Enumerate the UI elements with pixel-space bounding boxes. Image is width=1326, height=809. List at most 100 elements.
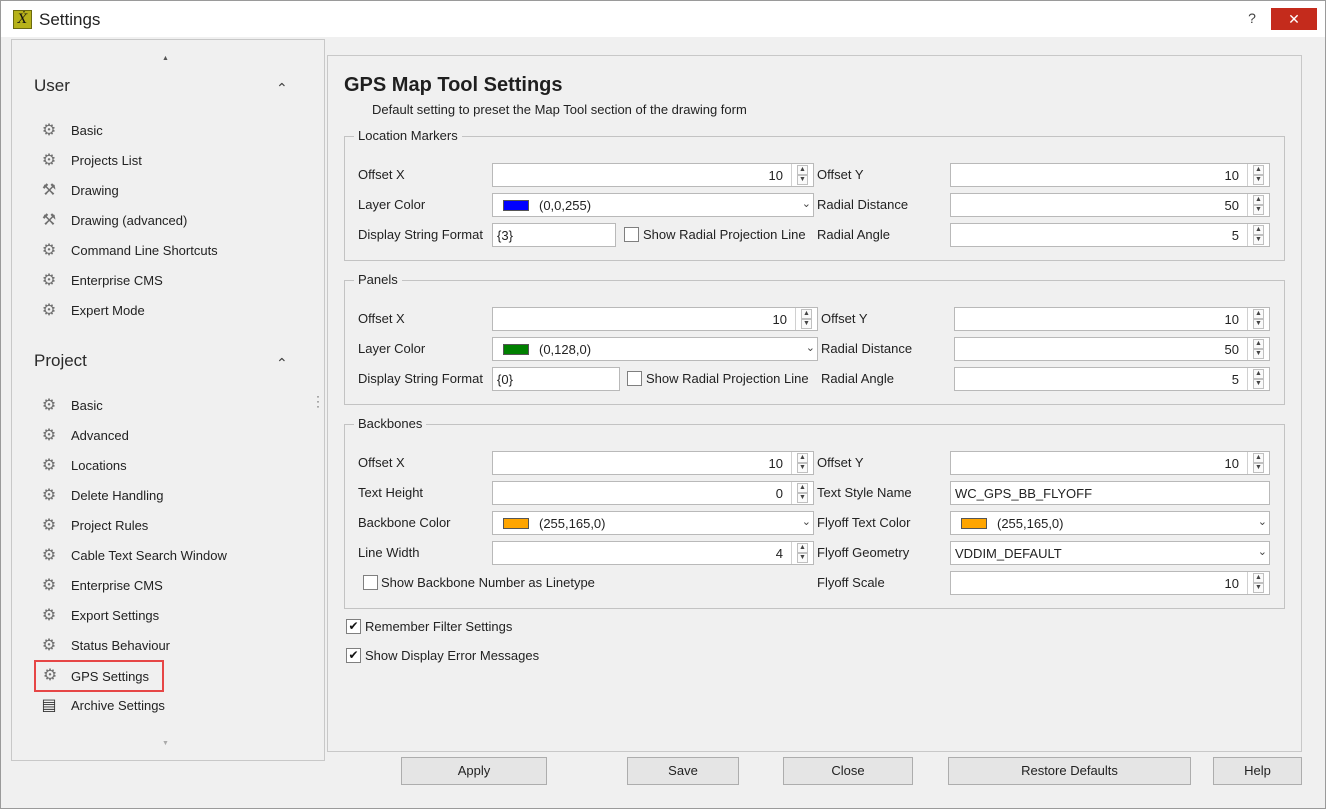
text-style-input[interactable]: WC_GPS_BB_FLYOFF: [950, 481, 1270, 505]
user-collapse-chevron-icon[interactable]: ⌃: [276, 80, 288, 97]
spin-down-icon[interactable]: ▼: [1253, 205, 1264, 215]
spin-buttons[interactable]: ▲ ▼: [1247, 338, 1269, 360]
spin-up-icon[interactable]: ▲: [797, 483, 808, 493]
sidebar-item-delete-handling[interactable]: ⚙ Delete Handling: [36, 483, 236, 509]
show-errors-checkbox[interactable]: ✔: [346, 648, 361, 663]
offset-y-spinbox[interactable]: 10 ▲ ▼: [950, 451, 1270, 475]
sidebar-item-gps-settings[interactable]: ⚙ GPS Settings: [34, 660, 164, 692]
spin-down-icon[interactable]: ▼: [1253, 463, 1264, 473]
radial-angle-spinbox[interactable]: 5 ▲ ▼: [950, 223, 1270, 247]
spin-up-icon[interactable]: ▲: [1253, 453, 1264, 463]
sidebar-item-cable-text-search-window[interactable]: ⚙ Cable Text Search Window: [36, 543, 236, 569]
flyoff-scale-spinbox[interactable]: 10 ▲ ▼: [950, 571, 1270, 595]
spin-up-icon[interactable]: ▲: [801, 309, 812, 319]
spin-down-icon[interactable]: ▼: [1253, 175, 1264, 185]
display-format-input[interactable]: {0}: [492, 367, 620, 391]
offset-x-spinbox[interactable]: 10 ▲ ▼: [492, 163, 814, 187]
sidebar-item-enterprise-cms[interactable]: ⚙ Enterprise CMS: [36, 573, 236, 599]
spin-down-icon[interactable]: ▼: [1253, 319, 1264, 329]
spin-up-icon[interactable]: ▲: [797, 543, 808, 553]
spin-up-icon[interactable]: ▲: [1253, 573, 1264, 583]
sidebar-item-advanced[interactable]: ⚙ Advanced: [36, 423, 236, 449]
spin-buttons[interactable]: ▲ ▼: [791, 452, 813, 474]
flyoff-geometry-dropdown[interactable]: VDDIM_DEFAULT ⌄: [950, 541, 1270, 565]
spin-up-icon[interactable]: ▲: [1253, 309, 1264, 319]
radial-distance-spinbox[interactable]: 50 ▲ ▼: [954, 337, 1270, 361]
layer-color-dropdown[interactable]: (0,0,255) ⌄: [492, 193, 814, 217]
spin-up-icon[interactable]: ▲: [1253, 369, 1264, 379]
sidebar-item-enterprise-cms[interactable]: ⚙ Enterprise CMS: [36, 268, 236, 294]
show-radial-checkbox[interactable]: [624, 227, 639, 242]
sidebar-item-export-settings[interactable]: ⚙ Export Settings: [36, 603, 236, 629]
show-backbone-number-checkbox[interactable]: [363, 575, 378, 590]
sidebar-item-project-rules[interactable]: ⚙ Project Rules: [36, 513, 236, 539]
more-menu-icon[interactable]: · · ·: [316, 390, 320, 412]
sidebar-item-basic[interactable]: ⚙ Basic: [36, 118, 236, 144]
spin-buttons[interactable]: ▲ ▼: [1247, 368, 1269, 390]
spin-down-icon[interactable]: ▼: [797, 463, 808, 473]
sidebar-item-projects-list[interactable]: ⚙ Projects List: [36, 148, 236, 174]
sidebar-item-drawing-advanced[interactable]: ⚒ Drawing (advanced): [36, 208, 236, 234]
save-button[interactable]: Save: [627, 757, 739, 785]
project-collapse-chevron-icon[interactable]: ⌃: [276, 355, 288, 372]
spin-down-icon[interactable]: ▼: [797, 175, 808, 185]
sidebar-item-locations[interactable]: ⚙ Locations: [36, 453, 236, 479]
help-icon[interactable]: ?: [1245, 10, 1259, 26]
apply-button[interactable]: Apply: [401, 757, 547, 785]
spin-buttons[interactable]: ▲ ▼: [1247, 194, 1269, 216]
spin-up-icon[interactable]: ▲: [1253, 225, 1264, 235]
scroll-up-icon[interactable]: ▲: [162, 55, 169, 62]
help-button[interactable]: Help: [1213, 757, 1302, 785]
spin-buttons[interactable]: ▲ ▼: [1247, 452, 1269, 474]
spin-buttons[interactable]: ▲ ▼: [791, 482, 813, 504]
spin-up-icon[interactable]: ▲: [1253, 195, 1264, 205]
sidebar-item-status-behaviour[interactable]: ⚙ Status Behaviour: [36, 633, 236, 659]
spin-down-icon[interactable]: ▼: [1253, 349, 1264, 359]
spin-buttons[interactable]: ▲ ▼: [1247, 224, 1269, 246]
spin-buttons[interactable]: ▲ ▼: [791, 542, 813, 564]
display-format-input[interactable]: {3}: [492, 223, 616, 247]
offset-y-spinbox[interactable]: 10 ▲ ▼: [954, 307, 1270, 331]
spin-down-icon[interactable]: ▼: [1253, 235, 1264, 245]
spin-buttons[interactable]: ▲ ▼: [1247, 164, 1269, 186]
spin-down-icon[interactable]: ▼: [801, 319, 812, 329]
spin-down-icon[interactable]: ▼: [1253, 583, 1264, 593]
spin-down-icon[interactable]: ▼: [1253, 379, 1264, 389]
backbone-color-dropdown[interactable]: (255,165,0) ⌄: [492, 511, 814, 535]
remember-filter-checkbox[interactable]: ✔: [346, 619, 361, 634]
close-window-button[interactable]: ✕: [1271, 8, 1317, 30]
show-radial-checkbox[interactable]: [627, 371, 642, 386]
chevron-down-icon[interactable]: ⌄: [802, 197, 811, 210]
chevron-down-icon[interactable]: ⌄: [806, 341, 815, 354]
offset-x-spinbox[interactable]: 10 ▲ ▼: [492, 451, 814, 475]
spin-up-icon[interactable]: ▲: [1253, 165, 1264, 175]
offset-y-spinbox[interactable]: 10 ▲ ▼: [950, 163, 1270, 187]
chevron-down-icon[interactable]: ⌄: [802, 515, 811, 528]
sidebar-item-command-line-shortcuts[interactable]: ⚙ Command Line Shortcuts: [36, 238, 236, 264]
spin-buttons[interactable]: ▲ ▼: [1247, 572, 1269, 594]
restore-defaults-button[interactable]: Restore Defaults: [948, 757, 1191, 785]
spin-down-icon[interactable]: ▼: [797, 553, 808, 563]
close-button[interactable]: Close: [783, 757, 913, 785]
sidebar-item-expert-mode[interactable]: ⚙ Expert Mode: [36, 298, 236, 324]
spin-buttons[interactable]: ▲ ▼: [795, 308, 817, 330]
sidebar-item-archive-settings[interactable]: ▤ Archive Settings: [36, 693, 236, 719]
sidebar-item-basic[interactable]: ⚙ Basic: [36, 393, 236, 419]
spin-up-icon[interactable]: ▲: [797, 165, 808, 175]
spin-up-icon[interactable]: ▲: [797, 453, 808, 463]
chevron-down-icon[interactable]: ⌄: [1258, 515, 1267, 528]
radial-distance-spinbox[interactable]: 50 ▲ ▼: [950, 193, 1270, 217]
spin-buttons[interactable]: ▲ ▼: [791, 164, 813, 186]
offset-x-spinbox[interactable]: 10 ▲ ▼: [492, 307, 818, 331]
line-width-spinbox[interactable]: 4 ▲ ▼: [492, 541, 814, 565]
spin-up-icon[interactable]: ▲: [1253, 339, 1264, 349]
layer-color-dropdown[interactable]: (0,128,0) ⌄: [492, 337, 818, 361]
spin-buttons[interactable]: ▲ ▼: [1247, 308, 1269, 330]
scroll-down-icon[interactable]: ▼: [162, 740, 169, 747]
chevron-down-icon[interactable]: ⌄: [1258, 545, 1267, 558]
radial-angle-spinbox[interactable]: 5 ▲ ▼: [954, 367, 1270, 391]
text-height-spinbox[interactable]: 0 ▲ ▼: [492, 481, 814, 505]
spin-down-icon[interactable]: ▼: [797, 493, 808, 503]
flyoff-text-color-dropdown[interactable]: (255,165,0) ⌄: [950, 511, 1270, 535]
sidebar-item-drawing[interactable]: ⚒ Drawing: [36, 178, 236, 204]
